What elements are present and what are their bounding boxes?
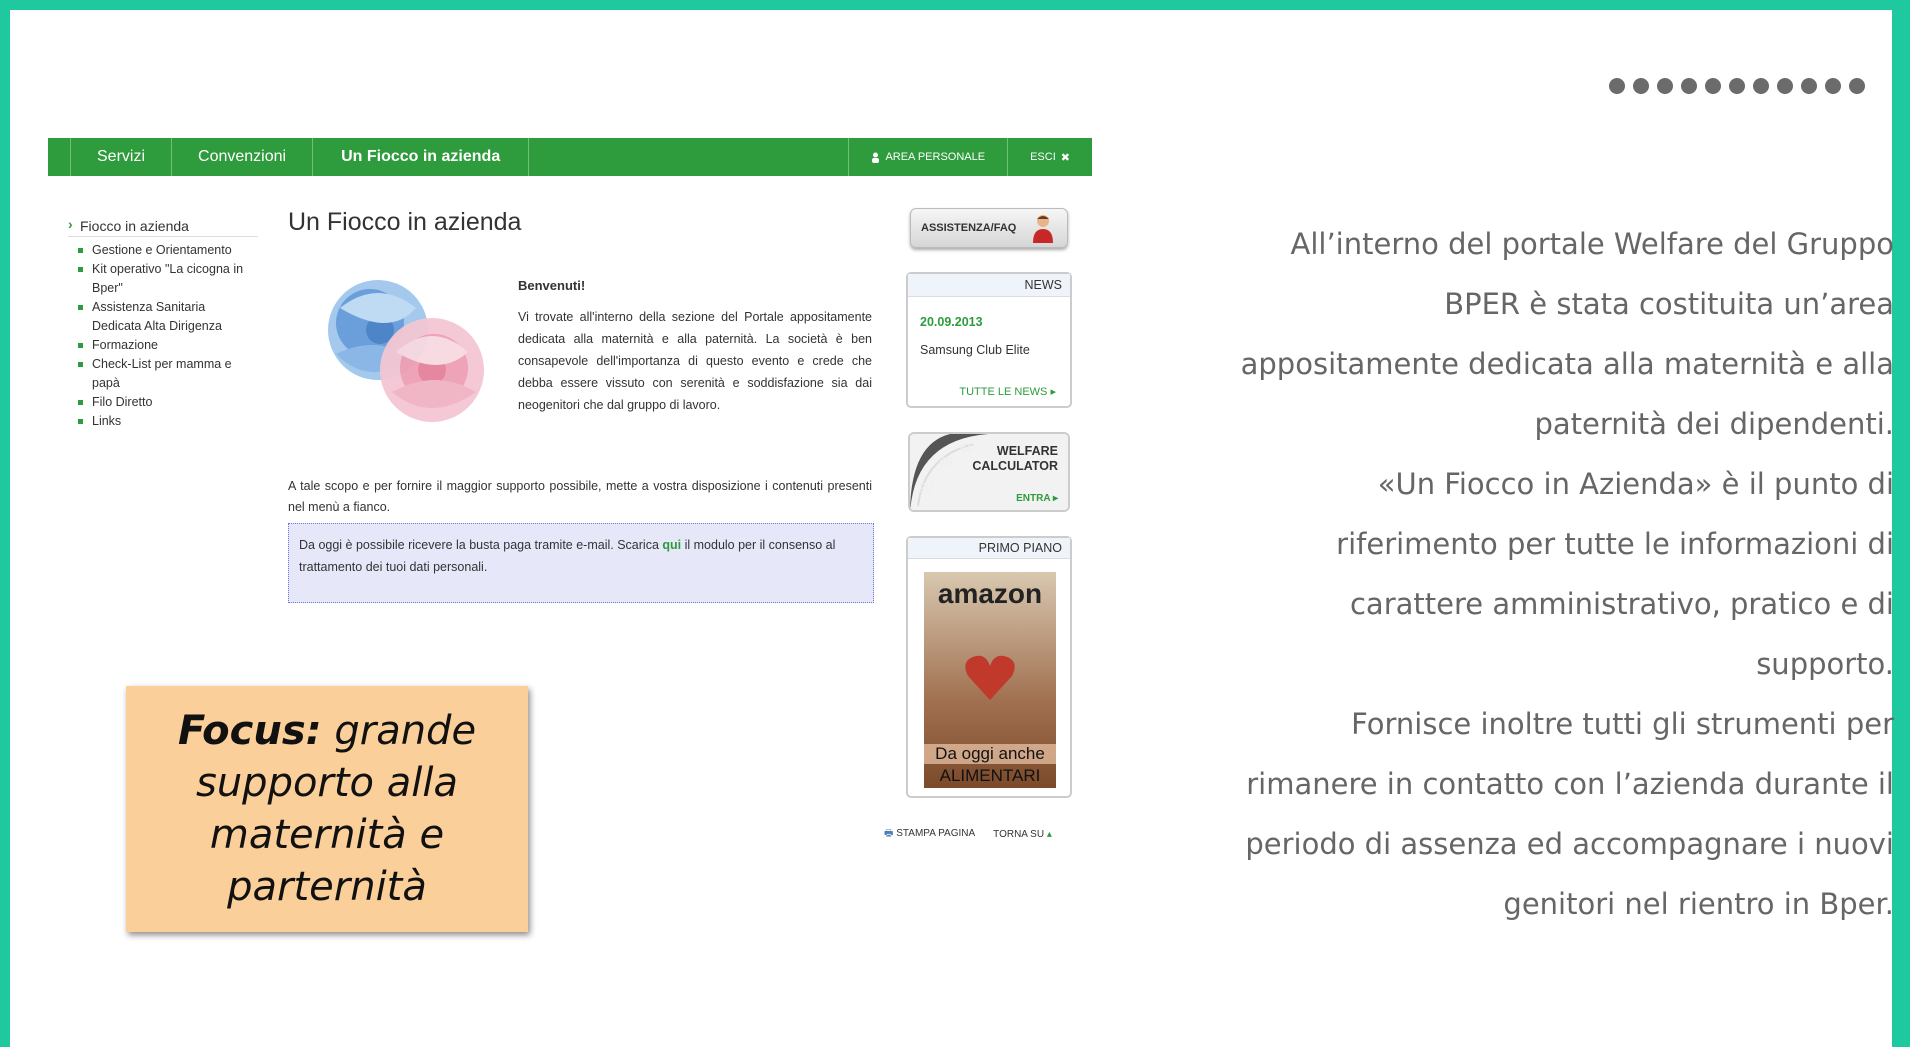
welfare-calculator-banner[interactable]: 20 40 60 WELFARE CALCULATOR ENTRA ▸ bbox=[908, 432, 1070, 512]
primo-piano-title: PRIMO PIANO bbox=[908, 538, 1070, 559]
sidebar-item-filo-diretto[interactable]: Filo Diretto bbox=[68, 393, 258, 412]
ad-line-1: Da oggi anche bbox=[924, 744, 1056, 764]
welcome-text: Vi trovate all'interno della sezione del… bbox=[518, 310, 872, 412]
news-item[interactable]: Samsung Club Elite bbox=[920, 343, 1070, 357]
focus-line3: maternità e bbox=[209, 812, 445, 858]
decorative-dots bbox=[1609, 78, 1865, 94]
sidebar-item-assistenza-sanitaria[interactable]: Assistenza Sanitaria Dedicata Alta Dirig… bbox=[68, 298, 258, 336]
ribbon-bows-image bbox=[328, 280, 484, 422]
page-footer-links: 🖶 STAMPA PAGINA TORNA SU ▴ bbox=[884, 826, 1052, 843]
arrow-right-icon: ▸ bbox=[1050, 386, 1056, 398]
notice-download-link[interactable]: qui bbox=[662, 538, 681, 552]
sidebar-heading[interactable]: Fiocco in azienda bbox=[68, 216, 258, 237]
sidebar: Fiocco in azienda Gestione e Orientament… bbox=[68, 216, 258, 431]
back-to-top-link[interactable]: TORNA SU ▴ bbox=[993, 829, 1052, 840]
payslip-notice: Da oggi è possibile ricevere la busta pa… bbox=[288, 523, 874, 603]
nav-fiocco-in-azienda[interactable]: Un Fiocco in azienda bbox=[313, 138, 530, 176]
sidebar-item-links[interactable]: Links bbox=[68, 412, 258, 431]
main-content: Un Fiocco in azienda Benvenuti! Vi trova… bbox=[288, 208, 874, 603]
esci-button[interactable]: ESCI ✖ bbox=[1008, 138, 1092, 176]
calculator-enter-label: ENTRA bbox=[1016, 493, 1051, 504]
print-page-link[interactable]: 🖶 STAMPA PAGINA bbox=[884, 826, 975, 843]
close-icon: ✖ bbox=[1060, 151, 1070, 164]
nav-convenzioni[interactable]: Convenzioni bbox=[172, 138, 314, 176]
back-to-top-label: TORNA SU bbox=[993, 829, 1045, 840]
calculator-title: WELFARE CALCULATOR bbox=[972, 444, 1058, 474]
area-personale-button[interactable]: AREA PERSONALE bbox=[849, 138, 1009, 176]
top-navigation: Servizi Convenzioni Un Fiocco in azienda… bbox=[48, 138, 1092, 176]
focus-line1: grande bbox=[321, 708, 477, 754]
support-agent-icon bbox=[1033, 215, 1053, 243]
description-paragraph-2: «Un Fiocco in Azienda» è il punto di rif… bbox=[1336, 467, 1894, 681]
focus-line2: supporto alla bbox=[195, 760, 458, 806]
sidebar-item-kit-operativo[interactable]: Kit operativo "La cicogna in Bper" bbox=[68, 260, 258, 298]
faq-label: ASSISTENZA/FAQ bbox=[921, 222, 1017, 234]
esci-label: ESCI bbox=[1030, 151, 1056, 163]
all-news-link[interactable]: TUTTE LE NEWS ▸ bbox=[959, 385, 1056, 398]
sidebar-item-check-list[interactable]: Check-List per mamma e papà bbox=[68, 355, 258, 393]
welcome-title: Benvenuti! bbox=[518, 278, 586, 293]
assistenza-faq-button[interactable]: ASSISTENZA/FAQ bbox=[910, 208, 1068, 248]
user-icon bbox=[872, 152, 880, 163]
focus-bold: Focus: bbox=[177, 708, 322, 754]
focus-callout: Focus: grande supporto alla maternità e par… bbox=[126, 686, 528, 932]
area-personale-label: AREA PERSONALE bbox=[885, 151, 986, 163]
description-paragraph-3: Fornisce inoltre tutti gli strumenti per… bbox=[1245, 707, 1894, 921]
calculator-title-line2: CALCULATOR bbox=[972, 459, 1058, 473]
printer-icon: 🖶 bbox=[884, 828, 894, 839]
ad-line-2: ALIMENTARI bbox=[939, 766, 1041, 785]
arrow-up-icon: ▴ bbox=[1046, 829, 1052, 840]
amazon-logo-text: amazon bbox=[937, 578, 1043, 609]
news-box: NEWS 20.09.2013 Samsung Club Elite TUTTE… bbox=[906, 272, 1072, 408]
svg-text:40: 40 bbox=[938, 454, 953, 469]
primo-piano-box: PRIMO PIANO amazon Da oggi anche ALIMENT… bbox=[906, 536, 1072, 798]
calculator-enter-link[interactable]: ENTRA ▸ bbox=[1016, 493, 1058, 504]
scope-text: A tale scopo e per fornire il maggior su… bbox=[288, 479, 872, 514]
heart-icon bbox=[965, 655, 1015, 700]
description-text: All’interno del portale Welfare del Grup… bbox=[1220, 214, 1894, 934]
notice-text-before: Da oggi è possibile ricevere la busta pa… bbox=[299, 538, 663, 552]
description-paragraph-1: All’interno del portale Welfare del Grup… bbox=[1240, 227, 1894, 441]
print-page-label: STAMPA PAGINA bbox=[896, 828, 976, 839]
calculator-title-line1: WELFARE bbox=[996, 444, 1058, 458]
sidebar-item-formazione[interactable]: Formazione bbox=[68, 336, 258, 355]
news-date: 20.09.2013 bbox=[920, 315, 983, 329]
focus-text: Focus: grande supporto alla maternità e par… bbox=[178, 705, 476, 913]
nav-servizi[interactable]: Servizi bbox=[71, 138, 173, 176]
focus-line4: parternità bbox=[227, 864, 427, 910]
sidebar-item-gestione[interactable]: Gestione e Orientamento bbox=[68, 241, 258, 260]
amazon-ad-banner[interactable]: amazon Da oggi anche ALIMENTARI bbox=[924, 572, 1056, 788]
svg-text:20: 20 bbox=[917, 480, 933, 495]
sidebar-list: Gestione e Orientamento Kit operativo "L… bbox=[68, 241, 258, 431]
page-title: Un Fiocco in azienda bbox=[288, 208, 522, 236]
news-title: NEWS bbox=[908, 274, 1070, 297]
all-news-label: TUTTE LE NEWS bbox=[959, 386, 1048, 398]
